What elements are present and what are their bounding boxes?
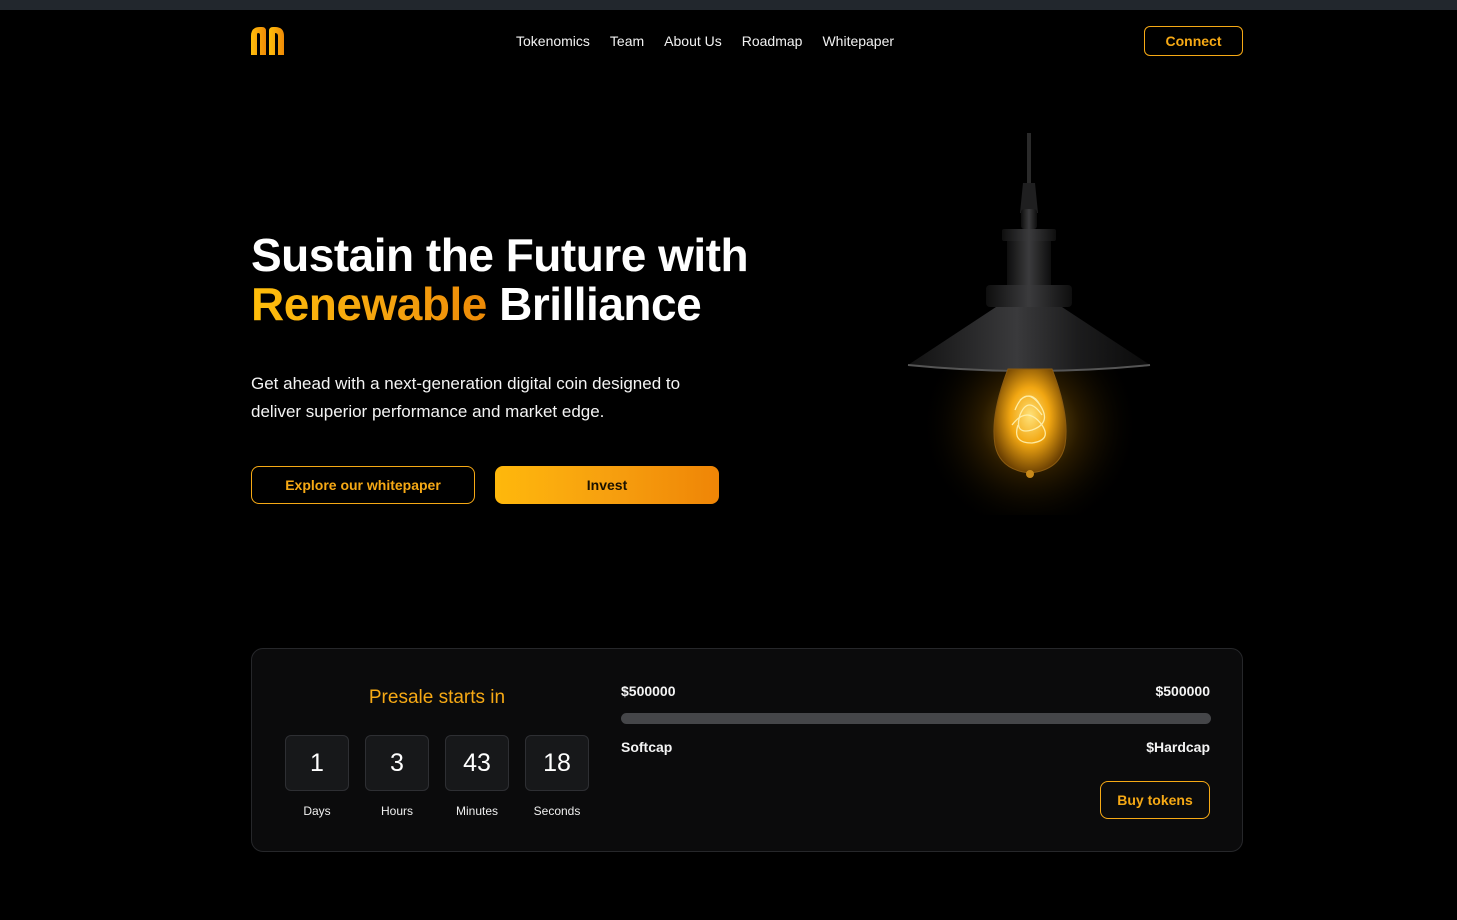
main-nav: Tokenomics Team About Us Roadmap Whitepa… — [506, 30, 904, 52]
countdown-seconds-value: 18 — [525, 735, 589, 791]
countdown: 1 Days 3 Hours 43 Minutes 18 Seconds — [285, 735, 589, 818]
connect-button[interactable]: Connect — [1144, 26, 1243, 56]
countdown-hours-value: 3 — [365, 735, 429, 791]
hero-title-line1: Sustain the Future with — [251, 229, 749, 281]
hardcap-amount: $500000 — [1155, 683, 1210, 699]
presale-card: Presale starts in 1 Days 3 Hours 43 Minu… — [251, 648, 1243, 852]
nav-link-tokenomics[interactable]: Tokenomics — [506, 30, 600, 52]
countdown-hours: 3 Hours — [365, 735, 429, 818]
hero-title-accent: Renewable — [251, 278, 487, 330]
nav-link-about-us[interactable]: About Us — [654, 30, 732, 52]
presale-progress-bar — [621, 713, 1211, 724]
hardcap-label: $Hardcap — [1146, 739, 1210, 755]
countdown-hours-label: Hours — [380, 804, 413, 818]
countdown-days-value: 1 — [285, 735, 349, 791]
hero-title-rest: Brilliance — [486, 278, 702, 330]
nav-link-roadmap[interactable]: Roadmap — [732, 30, 813, 52]
countdown-days: 1 Days — [285, 735, 349, 818]
countdown-days-label: Days — [303, 804, 331, 818]
hero-subtitle: Get ahead with a next-generation digital… — [251, 374, 681, 421]
softcap-label: Softcap — [621, 739, 673, 755]
explore-whitepaper-button[interactable]: Explore our whitepaper — [251, 466, 475, 504]
countdown-seconds: 18 Seconds — [525, 735, 589, 818]
hero-title: Sustain the Future with Renewable Brilli… — [251, 229, 749, 330]
countdown-minutes-value: 43 — [445, 735, 509, 791]
countdown-minutes-label: Minutes — [455, 804, 499, 818]
buy-tokens-button[interactable]: Buy tokens — [1100, 781, 1210, 819]
countdown-minutes: 43 Minutes — [445, 735, 509, 818]
pendant-lamp-illustration — [880, 125, 1180, 535]
brand-logo-icon[interactable] — [251, 27, 284, 55]
countdown-seconds-label: Seconds — [533, 804, 581, 818]
presale-title: Presale starts in — [368, 687, 506, 708]
nav-link-team[interactable]: Team — [600, 30, 654, 52]
softcap-amount: $500000 — [621, 683, 676, 699]
invest-button[interactable]: Invest — [495, 466, 719, 504]
browser-top-bar — [0, 0, 1457, 10]
nav-link-whitepaper[interactable]: Whitepaper — [812, 30, 904, 52]
